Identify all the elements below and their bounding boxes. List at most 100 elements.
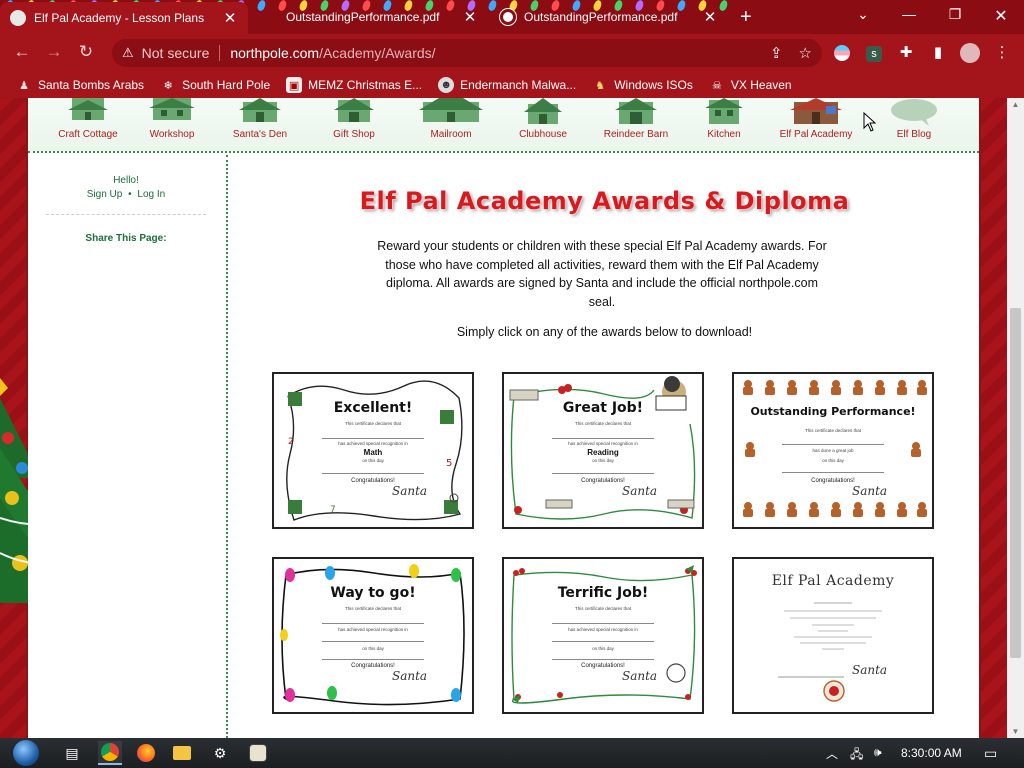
award-great-job-reading[interactable]: Great Job! This certificate declares tha… [502,372,704,529]
nav-mailroom[interactable]: Mailroom [414,98,488,140]
firefox-icon[interactable] [134,741,158,765]
nav-santas-den[interactable]: Santa's Den [222,98,298,140]
app-icon[interactable] [246,741,270,765]
browser-toolbar: ← → ↻ ⚠ Not secure northpole.com/Academy… [0,34,1024,72]
close-tab-icon[interactable]: ✕ [702,8,718,26]
bookmark-south-hard-pole[interactable]: ❄ South Hard Pole [160,77,270,93]
task-view-icon[interactable]: ▤ [60,741,84,765]
award-title: Outstanding Performance! [750,405,916,418]
greeting: Hello! [113,175,139,186]
start-orb-icon[interactable] [12,740,40,766]
link-separator: • [128,189,132,200]
url-host: northpole.com [230,45,320,61]
close-window-button[interactable]: ✕ [986,6,1016,26]
tab-title: Elf Pal Academy - Lesson Plans a [34,11,206,25]
minimize-button[interactable]: — [894,6,924,22]
volume-icon[interactable]: 🕪 [874,745,882,760]
bookmark-figure-icon: ♟ [19,79,29,92]
nav-gift-shop[interactable]: Gift Shop [318,98,390,140]
side-panel-icon[interactable]: ▮ [928,43,948,63]
close-tab-icon[interactable]: ✕ [222,9,238,27]
tab-outstanding-performance-pdf-2[interactable]: OutstandingPerformance.pdf ✕ [490,0,728,34]
award-outstanding-performance[interactable]: Outstanding Performance! This certificat… [732,372,934,529]
menu-kebab-icon[interactable]: ⋮ [992,43,1012,63]
award-excellent-math[interactable]: 5 2 7 Excellent! This certificate declar… [272,372,474,529]
reload-button[interactable]: ↻ [75,42,97,62]
reindeer-barn-icon [615,98,657,124]
award-title: Excellent! [333,400,413,416]
extension-s-icon[interactable]: s [864,43,884,63]
nav-craft-cottage[interactable]: Craft Cottage [50,98,126,140]
tab-elf-pal-academy[interactable]: Elf Pal Academy - Lesson Plans a ✕ [0,2,248,34]
craft-cottage-icon [68,98,108,120]
bookmark-memz-christmas[interactable]: ▣ MEMZ Christmas E... [286,77,422,93]
nav-elf-pal-academy[interactable]: Elf Pal Academy [774,98,858,140]
page-scrollbar[interactable]: ▲ ▼ [1007,98,1024,738]
share-this-page-label: Share This Page: [85,233,167,244]
nav-reindeer-barn[interactable]: Reindeer Barn [596,98,676,140]
chrome-icon[interactable] [98,741,122,765]
back-button[interactable]: ← [11,42,33,62]
elf-pal-academy-icon [790,98,842,124]
scrollbar-thumb[interactable] [1010,308,1021,658]
page-content: Craft Cottage Workshop Santa's Den Gift … [28,98,979,738]
scroll-down-arrow-icon[interactable]: ▼ [1007,727,1024,736]
settings-icon[interactable]: ⚙ [208,741,232,765]
windows-taskbar: ▤ ⚙ ︿ 🖧 🕪 8:30:00 AM ▭ [0,738,1024,768]
tab-search-chevron-icon[interactable]: ⌄ [848,6,878,23]
close-tab-icon[interactable]: ✕ [462,8,478,26]
restore-button[interactable]: ❐ [940,6,970,23]
bookmark-endermanch-malware[interactable]: ☻ Endermanch Malwa... [438,77,576,93]
tab-outstanding-performance-pdf-1[interactable]: OutstandingPerformance.pdf ✕ [252,0,488,34]
show-hidden-icons-chevron-icon[interactable]: ︿ [826,745,838,762]
santa-signature: Santa [622,669,658,683]
sidebar: Hello! Sign Up • Log In Share This Page: [28,155,228,738]
vx-heaven-icon: ☠ [711,79,722,92]
diploma-text-lines-icon [778,602,882,702]
extensions-puzzle-icon[interactable]: ✚ [896,43,916,63]
extension-flag-icon[interactable] [832,43,852,63]
forward-button[interactable]: → [43,42,65,62]
tab-title: OutstandingPerformance.pdf [286,10,440,24]
christmas-lights-border-icon [280,564,465,706]
sign-up-link[interactable]: Sign Up [87,189,123,200]
log-in-link[interactable]: Log In [137,189,165,200]
kitchen-icon [705,98,743,124]
bookmark-windows-isos[interactable]: ♞ Windows ISOs [592,77,693,93]
file-explorer-icon[interactable] [170,741,194,765]
nav-kitchen[interactable]: Kitchen [692,98,756,140]
url-path: /Academy/Awards/ [319,45,436,61]
bookmarks-bar: ♟ Santa Bombs Arabs ❄ South Hard Pole ▣ MEM… [0,72,1024,98]
tab-strip: Elf Pal Academy - Lesson Plans a ✕ Outst… [0,0,1024,34]
holly-border-icon [511,565,697,704]
taskbar-clock[interactable]: 8:30:00 AM [901,746,962,760]
tab-title: OutstandingPerformance.pdf [524,10,678,24]
bookmark-star-icon[interactable]: ☆ [799,44,812,62]
new-tab-button[interactable]: + [740,7,752,27]
award-elf-pal-academy-diploma[interactable]: Elf Pal Academy Santa [732,557,934,714]
memz-icon: ▣ [286,77,303,93]
scroll-up-arrow-icon[interactable]: ▲ [1007,100,1024,109]
award-title: Great Job! [562,400,644,416]
elf-blog-speech-bubble-icon [891,99,937,126]
award-subject: Math [363,448,383,457]
pdf-favicon-icon [262,9,278,25]
clubhouse-icon [524,98,562,124]
notifications-icon[interactable]: ▭ [984,745,997,762]
bookmark-santa-bombs-arabs[interactable]: ♟ Santa Bombs Arabs [16,77,144,93]
share-icon[interactable]: ⇪ [770,44,783,62]
nav-workshop[interactable]: Workshop [136,98,208,140]
award-way-to-go[interactable]: Way to go! This certificate declares tha… [272,557,474,714]
profile-avatar-icon[interactable] [960,43,980,63]
bookmark-vx-heaven[interactable]: ☠ VX Heaven [709,77,792,93]
nav-elf-blog[interactable]: Elf Blog [882,98,946,140]
santa-signature: Santa [392,669,428,683]
network-icon[interactable]: 🖧 [850,745,863,766]
warning-triangle-icon[interactable]: ⚠ [122,45,134,61]
award-terrific-job[interactable]: Terrific Job! This certificate declares … [502,557,704,714]
award-title: Terrific Job! [557,585,649,601]
santas-den-icon [239,98,281,122]
download-instruction: Simply click on any of the awards below … [456,325,753,339]
nav-clubhouse[interactable]: Clubhouse [506,98,580,140]
address-bar[interactable]: ⚠ Not secure northpole.com/Academy/Award… [112,39,822,67]
